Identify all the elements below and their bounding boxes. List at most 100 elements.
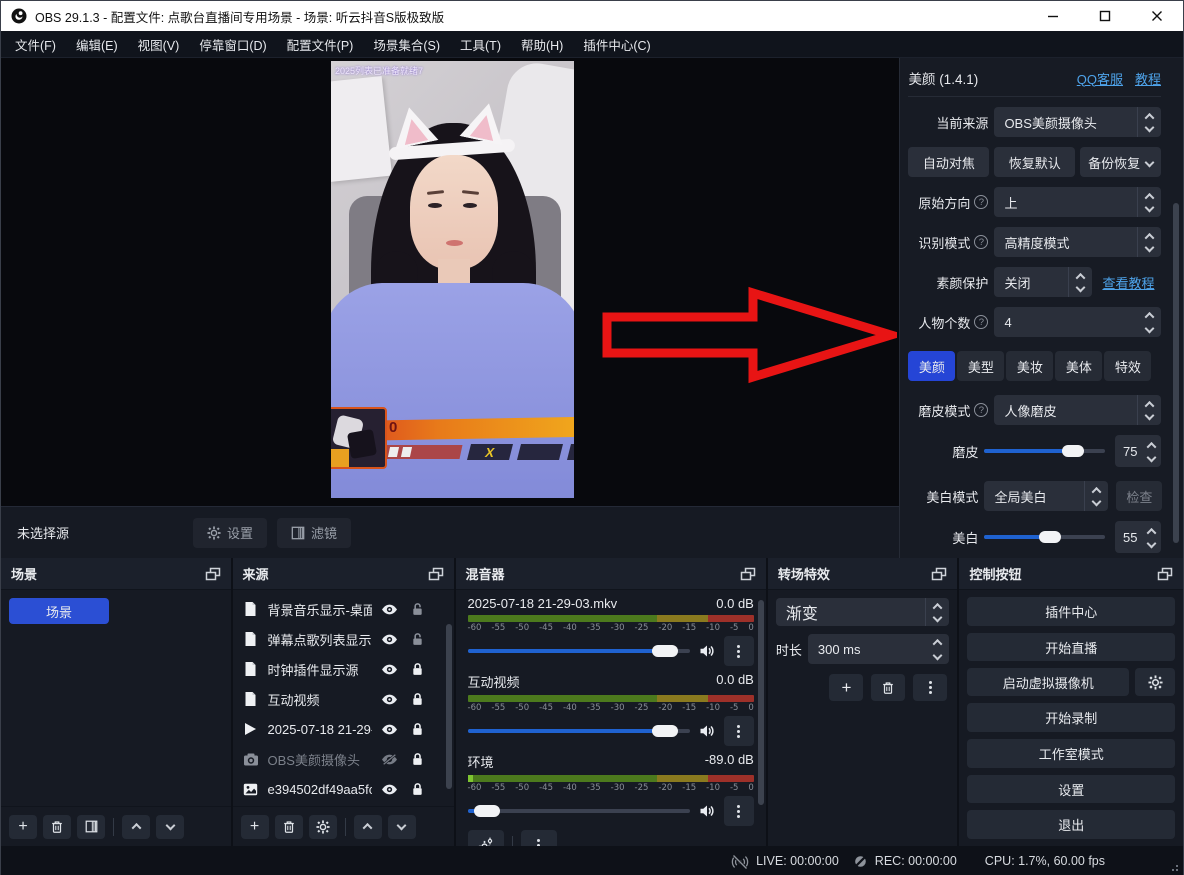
scene-item-selected[interactable]: 场景 bbox=[9, 598, 109, 624]
whiten-value-spinbox[interactable]: 55 bbox=[1115, 521, 1161, 553]
visibility-eye-icon[interactable] bbox=[380, 723, 400, 736]
menu-scene-collection[interactable]: 场景集合(S) bbox=[363, 31, 450, 58]
lock-icon[interactable] bbox=[408, 782, 428, 796]
source-row[interactable]: OBS美颜摄像头 bbox=[233, 744, 454, 774]
mixer-scrollbar[interactable] bbox=[758, 596, 764, 840]
popout-icon[interactable] bbox=[1157, 567, 1173, 581]
channel-menu-button[interactable] bbox=[724, 716, 754, 746]
select-spinner-icon[interactable] bbox=[1137, 107, 1161, 137]
select-spinner-icon[interactable] bbox=[925, 598, 949, 626]
menu-tools[interactable]: 工具(T) bbox=[450, 31, 511, 58]
help-icon[interactable]: ? bbox=[974, 195, 988, 209]
speaker-icon[interactable] bbox=[698, 803, 716, 819]
speaker-icon[interactable] bbox=[698, 643, 716, 659]
help-icon[interactable]: ? bbox=[974, 403, 988, 417]
backup-restore-button[interactable]: 备份恢复 bbox=[1080, 147, 1161, 177]
tab-effects[interactable]: 特效 bbox=[1104, 351, 1151, 381]
move-scene-down-button[interactable] bbox=[156, 815, 184, 839]
transition-menu-button[interactable] bbox=[913, 674, 947, 701]
smooth-mode-select[interactable]: 人像磨皮 bbox=[994, 395, 1161, 425]
speaker-icon[interactable] bbox=[698, 723, 716, 739]
add-transition-button[interactable]: + bbox=[829, 674, 863, 701]
restore-default-button[interactable]: 恢复默认 bbox=[994, 147, 1075, 177]
tab-reshape[interactable]: 美型 bbox=[957, 351, 1004, 381]
current-source-select[interactable]: OBS美颜摄像头 bbox=[994, 107, 1161, 137]
close-button[interactable] bbox=[1131, 1, 1183, 31]
source-filters-button[interactable]: 滤镜 bbox=[277, 518, 351, 548]
unlock-icon[interactable] bbox=[408, 632, 428, 646]
channel-menu-button[interactable] bbox=[724, 636, 754, 666]
visibility-eye-icon[interactable] bbox=[380, 603, 400, 616]
spinner-arrows-icon[interactable] bbox=[1137, 307, 1161, 337]
autofocus-button[interactable]: 自动对焦 bbox=[908, 147, 989, 177]
minimize-button[interactable] bbox=[1027, 1, 1079, 31]
whiten-slider[interactable] bbox=[984, 522, 1105, 552]
view-tutorial-link[interactable]: 查看教程 bbox=[1102, 273, 1154, 292]
move-source-up-button[interactable] bbox=[354, 815, 382, 839]
source-row[interactable]: 背景音乐显示-桌面 bbox=[233, 594, 454, 624]
whiten-mode-select[interactable]: 全局美白 bbox=[984, 481, 1108, 511]
popout-icon[interactable] bbox=[428, 567, 444, 581]
menu-profile[interactable]: 配置文件(P) bbox=[277, 31, 364, 58]
popout-icon[interactable] bbox=[740, 567, 756, 581]
visibility-eye-icon[interactable] bbox=[380, 693, 400, 706]
add-source-button[interactable]: + bbox=[241, 815, 269, 839]
settings-button[interactable]: 设置 bbox=[967, 775, 1175, 804]
select-spinner-icon[interactable] bbox=[1137, 395, 1161, 425]
source-row[interactable]: 2025-07-18 21-29-( bbox=[233, 714, 454, 744]
qq-support-link[interactable]: QQ客服 bbox=[1077, 69, 1123, 88]
studio-mode-button[interactable]: 工作室模式 bbox=[967, 739, 1175, 768]
remove-scene-button[interactable] bbox=[43, 815, 71, 839]
duration-spinbox[interactable]: 300 ms bbox=[808, 634, 950, 664]
start-streaming-button[interactable]: 开始直播 bbox=[967, 633, 1175, 662]
resize-grip[interactable] bbox=[1168, 861, 1178, 871]
source-settings-button[interactable]: 设置 bbox=[193, 518, 267, 548]
tutorial-link[interactable]: 教程 bbox=[1135, 69, 1161, 88]
tab-makeup[interactable]: 美妆 bbox=[1006, 351, 1053, 381]
visibility-eye-icon[interactable] bbox=[380, 783, 400, 796]
exit-button[interactable]: 退出 bbox=[967, 810, 1175, 839]
volume-slider[interactable] bbox=[468, 720, 690, 742]
start-recording-button[interactable]: 开始录制 bbox=[967, 703, 1175, 732]
advanced-audio-button[interactable] bbox=[468, 830, 504, 846]
remove-transition-button[interactable] bbox=[871, 674, 905, 701]
select-spinner-icon[interactable] bbox=[1068, 267, 1092, 297]
select-spinner-icon[interactable] bbox=[1137, 187, 1161, 217]
volume-slider[interactable] bbox=[468, 640, 690, 662]
sources-scrollbar[interactable] bbox=[446, 596, 452, 800]
spinner-arrows-icon[interactable] bbox=[925, 634, 949, 664]
orientation-select[interactable]: 上 bbox=[994, 187, 1161, 217]
source-properties-button[interactable] bbox=[309, 815, 337, 839]
start-virtual-camera-button[interactable]: 启动虚拟摄像机 bbox=[967, 668, 1129, 696]
spinner-arrows-icon[interactable] bbox=[1145, 528, 1161, 547]
mixer-menu-button[interactable] bbox=[521, 830, 557, 846]
menu-plugin-center[interactable]: 插件中心(C) bbox=[573, 31, 660, 58]
lock-icon[interactable] bbox=[408, 662, 428, 676]
move-source-down-button[interactable] bbox=[388, 815, 416, 839]
select-spinner-icon[interactable] bbox=[1084, 481, 1108, 511]
source-row[interactable]: 互动视频 bbox=[233, 684, 454, 714]
source-row[interactable]: 时钟插件显示源 bbox=[233, 654, 454, 684]
menu-file[interactable]: 文件(F) bbox=[5, 31, 66, 58]
tab-body[interactable]: 美体 bbox=[1055, 351, 1102, 381]
visibility-eye-icon[interactable] bbox=[380, 663, 400, 676]
maximize-button[interactable] bbox=[1079, 1, 1131, 31]
volume-slider[interactable] bbox=[468, 800, 690, 822]
recognition-mode-select[interactable]: 高精度模式 bbox=[994, 227, 1161, 257]
visibility-eye-icon[interactable] bbox=[380, 633, 400, 646]
visibility-eye-slash-icon[interactable] bbox=[380, 753, 400, 766]
virtual-camera-settings-button[interactable] bbox=[1135, 668, 1175, 696]
help-icon[interactable]: ? bbox=[974, 315, 988, 329]
smooth-slider[interactable] bbox=[984, 436, 1105, 466]
remove-source-button[interactable] bbox=[275, 815, 303, 839]
lock-icon[interactable] bbox=[408, 692, 428, 706]
lock-icon[interactable] bbox=[408, 722, 428, 736]
preview-canvas[interactable]: 2025列表已准备就绪7 0 X bbox=[1, 58, 899, 506]
scene-filters-button[interactable] bbox=[77, 815, 105, 839]
select-spinner-icon[interactable] bbox=[1137, 227, 1161, 257]
move-scene-up-button[interactable] bbox=[122, 815, 150, 839]
lock-icon[interactable] bbox=[408, 752, 428, 766]
menu-help[interactable]: 帮助(H) bbox=[511, 31, 573, 58]
source-row[interactable]: 弹幕点歌列表显示 bbox=[233, 624, 454, 654]
beauty-panel-scrollbar[interactable] bbox=[1173, 148, 1179, 558]
